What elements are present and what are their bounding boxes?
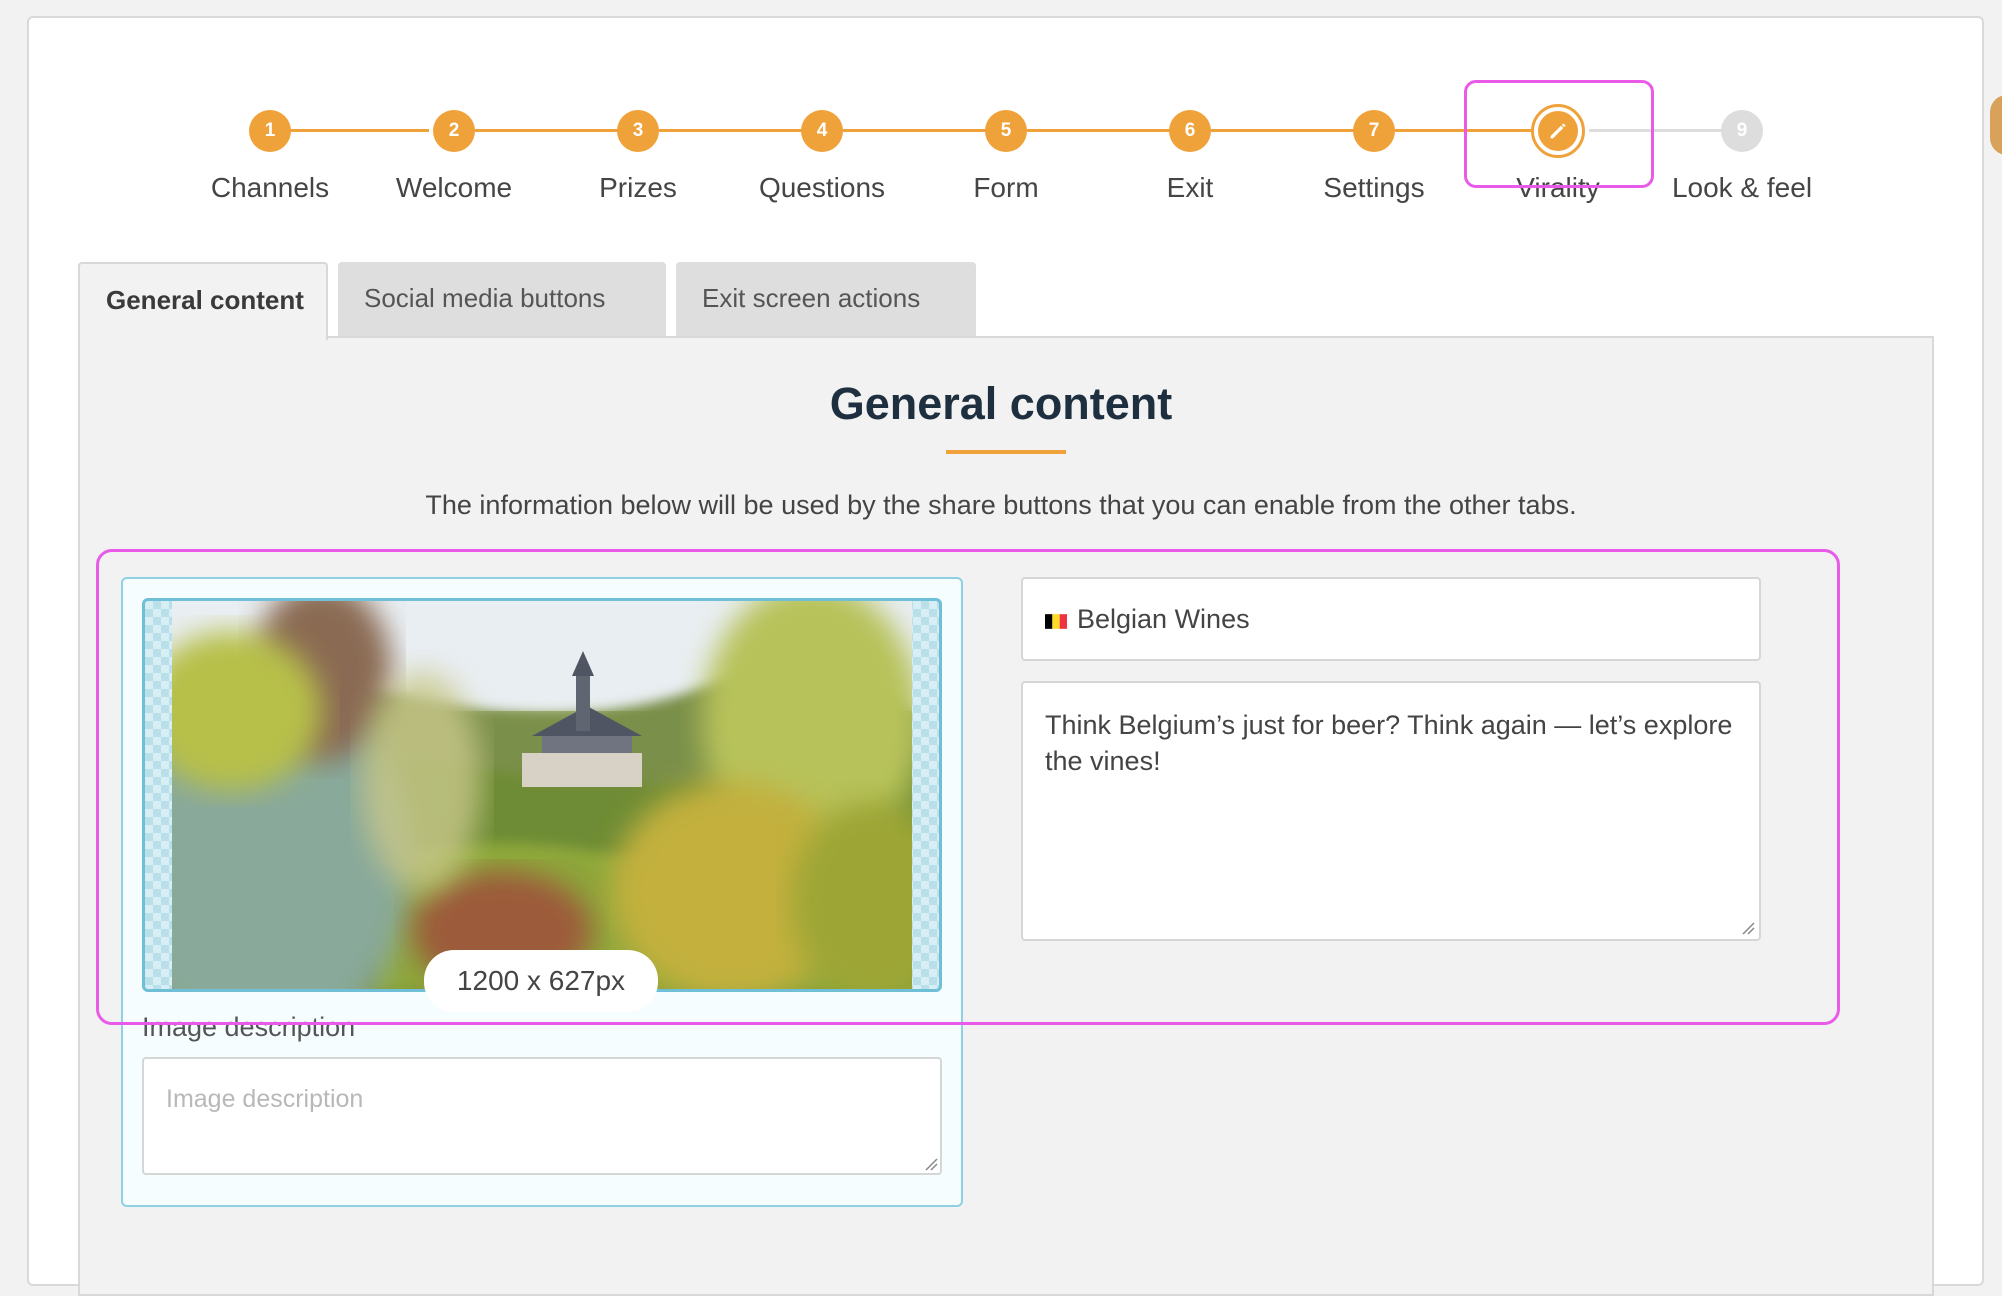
step-channels[interactable]: 1 Channels xyxy=(178,110,362,204)
share-title-value: Belgian Wines xyxy=(1077,604,1250,634)
section-intro: The information below will be used by th… xyxy=(425,490,1577,520)
share-image-dropzone[interactable] xyxy=(142,598,942,992)
resize-handle-icon[interactable] xyxy=(1741,921,1755,935)
share-description-value: Think Belgium’s just for beer? Think aga… xyxy=(1045,710,1733,776)
belgium-flag-icon xyxy=(1045,614,1067,629)
wizard-stepper: 1 Channels 2 Welcome 3 Prizes 4 Question… xyxy=(0,0,2002,220)
pencil-icon xyxy=(1538,111,1578,151)
step-label: Exit xyxy=(1166,172,1214,203)
step-label: Prizes xyxy=(599,172,677,203)
step-number: 5 xyxy=(985,110,1027,152)
step-current-indicator xyxy=(1531,104,1585,158)
step-prizes[interactable]: 3 Prizes xyxy=(546,110,730,204)
step-label: Welcome xyxy=(395,172,513,203)
step-label: Virality xyxy=(1516,172,1600,203)
step-look-and-feel[interactable]: 9 Look & feel xyxy=(1650,110,1834,204)
step-virality[interactable]: Virality xyxy=(1466,104,1650,204)
step-form[interactable]: 5 Form xyxy=(914,110,1098,204)
step-number: 3 xyxy=(617,110,659,152)
step-label: Channels xyxy=(210,172,330,203)
step-questions[interactable]: 4 Questions xyxy=(730,110,914,204)
share-title-input[interactable]: Belgian Wines xyxy=(1021,577,1761,661)
step-label: Form xyxy=(973,172,1039,203)
share-description-textarea[interactable]: Think Belgium’s just for beer? Think aga… xyxy=(1021,681,1761,941)
section-title: General content xyxy=(829,378,1173,429)
step-number: 4 xyxy=(801,110,843,152)
image-description-label: Image description xyxy=(142,1012,356,1042)
step-label: Settings xyxy=(1323,172,1425,203)
step-number: 6 xyxy=(1169,110,1211,152)
image-size-badge: 1200 x 627px xyxy=(424,950,658,1012)
tab-social-media-buttons[interactable]: Social media buttons xyxy=(338,262,666,338)
step-settings[interactable]: 7 Settings xyxy=(1282,110,1466,204)
resize-handle-icon[interactable] xyxy=(924,1157,938,1171)
step-number: 7 xyxy=(1353,110,1395,152)
step-label: Questions xyxy=(758,172,886,203)
share-image-preview xyxy=(172,601,912,989)
title-underline xyxy=(946,450,1066,454)
step-number: 9 xyxy=(1721,110,1763,152)
step-number: 2 xyxy=(433,110,475,152)
step-welcome[interactable]: 2 Welcome xyxy=(362,110,546,204)
tab-general-content[interactable]: General content xyxy=(78,262,328,340)
tab-exit-screen-actions[interactable]: Exit screen actions xyxy=(676,262,976,338)
step-number: 1 xyxy=(249,110,291,152)
step-label: Look & feel xyxy=(1671,172,1813,203)
image-description-input[interactable]: Image description xyxy=(142,1057,942,1175)
step-exit[interactable]: 6 Exit xyxy=(1098,110,1282,204)
